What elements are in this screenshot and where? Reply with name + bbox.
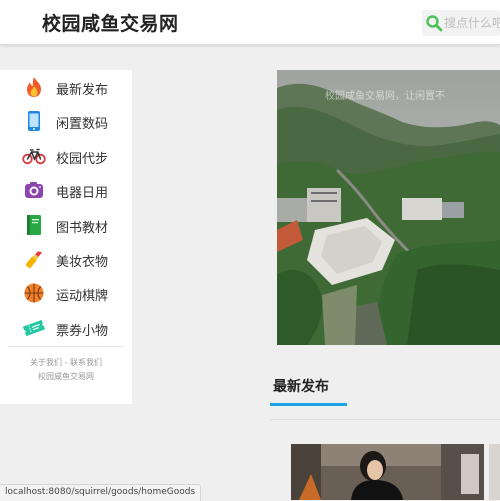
sidebar-item-books[interactable]: 图书教材 — [0, 208, 132, 242]
banner-caption: 校园咸鱼交易网，让闲置不 — [325, 91, 445, 102]
sidebar-footer: 关于我们 - 联系我们 校园咸鱼交易网 — [0, 356, 132, 384]
product-photo — [291, 444, 484, 500]
contact-link[interactable]: 联系我们 — [70, 358, 102, 367]
search-icon[interactable] — [425, 14, 443, 32]
sidebar-item-digital[interactable]: 闲置数码 — [0, 104, 132, 138]
sidebar-item-label: 最新发布 — [56, 83, 109, 98]
phone-icon — [22, 110, 46, 132]
section-title-underline — [270, 403, 347, 406]
lipstick-icon — [22, 248, 46, 270]
status-bar-url: localhost:8080/squirrel/goods/homeGoods — [0, 484, 202, 501]
sidebar-item-label: 票券小物 — [56, 323, 109, 339]
sidebar-item-label: 美妆衣物 — [56, 254, 109, 270]
banner-image[interactable]: 校园咸鱼交易网，让闲置不 — [277, 70, 500, 345]
sidebar-item-label: 图书教材 — [56, 220, 109, 236]
search-input[interactable] — [444, 13, 500, 33]
sidebar-item-cosmetics[interactable]: 美妆衣物 — [0, 242, 132, 276]
about-link[interactable]: 关于我们 — [30, 358, 62, 367]
footer-separator: - — [62, 358, 70, 367]
search-box[interactable] — [422, 10, 500, 36]
camera-icon — [22, 179, 46, 201]
sidebar-item-latest[interactable]: 最新发布 — [0, 70, 132, 104]
product-card-image[interactable] — [291, 444, 484, 500]
category-sidebar: 最新发布 闲置数码 校园代步 电器日用 图书教材 美妆衣物 运动棋牌 票券小物 … — [0, 70, 132, 404]
bicycle-icon — [22, 145, 46, 167]
sidebar-item-label: 校园代步 — [56, 151, 109, 167]
banner-landscape — [277, 70, 500, 345]
book-icon — [22, 214, 46, 236]
sidebar-item-tickets[interactable]: 票券小物 — [0, 311, 132, 345]
fire-icon — [22, 76, 46, 98]
sidebar-item-label: 闲置数码 — [56, 117, 109, 133]
sidebar-item-sports[interactable]: 运动棋牌 — [0, 276, 132, 310]
basketball-icon — [22, 282, 46, 304]
section-title: 最新发布 — [273, 379, 329, 395]
product-card-next[interactable] — [489, 444, 500, 500]
section-divider — [270, 419, 500, 420]
sidebar-item-label: 运动棋牌 — [56, 289, 109, 305]
sidebar-divider — [8, 346, 124, 347]
sidebar-item-label: 电器日用 — [56, 186, 109, 202]
sidebar-item-appliances[interactable]: 电器日用 — [0, 173, 132, 207]
site-title[interactable]: 校园咸鱼交易网 — [42, 9, 179, 36]
ticket-icon — [22, 317, 46, 339]
top-header: 校园咸鱼交易网 — [0, 0, 500, 45]
sidebar-item-transport[interactable]: 校园代步 — [0, 139, 132, 173]
footer-site-name: 校园咸鱼交易网 — [38, 372, 94, 381]
